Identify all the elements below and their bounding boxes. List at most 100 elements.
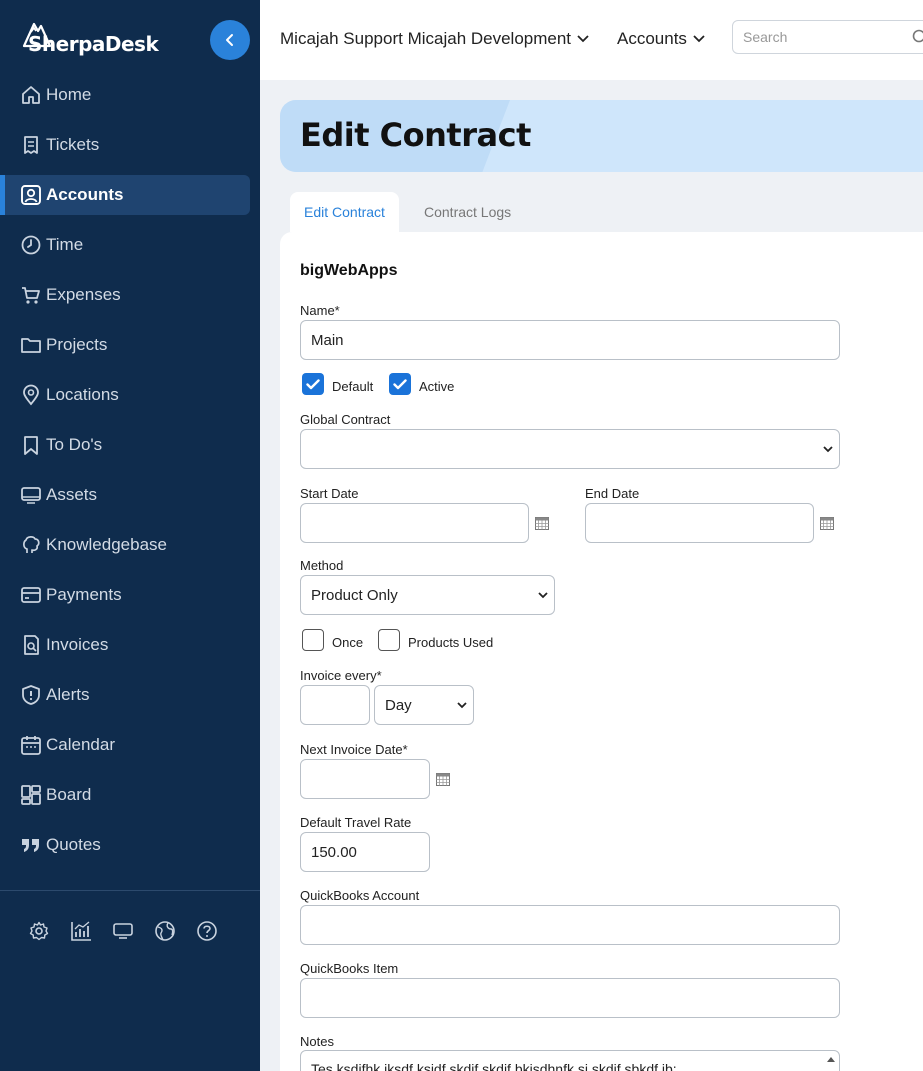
- tab-edit-contract[interactable]: Edit Contract: [290, 192, 399, 232]
- scroll-up-arrow-icon[interactable]: [826, 1056, 836, 1063]
- sidebar-item-alerts[interactable]: Alerts: [0, 675, 260, 715]
- sherpadesk-logo[interactable]: SherpaDesk: [22, 20, 159, 56]
- active-checkbox[interactable]: [389, 373, 411, 395]
- top-bar: Micajah Support Micajah Development Acco…: [260, 0, 923, 80]
- sidebar-item-time[interactable]: Time: [0, 225, 260, 265]
- quote-icon: [20, 834, 42, 856]
- sidebar-item-label: Invoices: [46, 635, 109, 654]
- sidebar-item-calendar[interactable]: Calendar: [0, 725, 260, 765]
- products-used-checkbox[interactable]: [378, 629, 400, 651]
- sidebar-item-assets[interactable]: Assets: [0, 475, 260, 515]
- quickbooks-account-input[interactable]: [300, 905, 840, 945]
- reports-icon[interactable]: [70, 918, 92, 944]
- sidebar-item-label: Home: [46, 85, 92, 104]
- tab-contract-logs[interactable]: Contract Logs: [410, 192, 525, 232]
- sidebar-item-accounts[interactable]: Accounts: [0, 175, 250, 215]
- sidebar-item-board[interactable]: Board: [0, 775, 260, 815]
- quickbooks-account-label: QuickBooks Account: [300, 888, 420, 903]
- chevron-left-icon: [226, 34, 233, 46]
- sidebar-item-label: Quotes: [46, 835, 101, 854]
- organization-dropdown[interactable]: Micajah Support Micajah Development: [280, 29, 589, 49]
- account-icon: [20, 184, 42, 206]
- sidebar-item-label: Accounts: [46, 185, 124, 204]
- method-select[interactable]: Product Only: [300, 575, 555, 615]
- sidebar-item-tickets[interactable]: Tickets: [0, 125, 260, 165]
- settings-icon[interactable]: [28, 918, 50, 944]
- global-contract-label: Global Contract: [300, 412, 391, 427]
- chevron-down-icon: [693, 35, 705, 43]
- end-date-label: End Date: [585, 486, 640, 501]
- invoice-every-unit-value: Day: [385, 696, 412, 714]
- sidebar-item-label: Alerts: [46, 685, 90, 704]
- map-pin-icon: [20, 384, 42, 406]
- clock-icon: [20, 234, 42, 256]
- sidebar-item-label: Payments: [46, 585, 122, 604]
- sidebar-item-label: Assets: [46, 485, 98, 504]
- default-checkbox[interactable]: [302, 373, 324, 395]
- sidebar-item-label: Projects: [46, 335, 108, 354]
- invoice-every-unit-select[interactable]: Day: [374, 685, 474, 725]
- default-travel-rate-input[interactable]: 150.00: [300, 832, 430, 872]
- monitor-icon: [20, 484, 42, 506]
- chevron-down-icon: [823, 445, 833, 452]
- sidebar-item-quotes[interactable]: Quotes: [0, 825, 260, 865]
- accounts-dropdown[interactable]: Accounts: [617, 29, 705, 49]
- sidebar-item-label: Knowledgebase: [46, 535, 167, 554]
- page-header: Edit Contract: [280, 100, 923, 172]
- display-icon[interactable]: [112, 918, 134, 944]
- collapse-sidebar-button[interactable]: [210, 20, 250, 60]
- notes-textarea[interactable]: Tes ksdifhk iksdf ksidf skdif skdif bkis…: [300, 1050, 840, 1071]
- sidebar-item-payments[interactable]: Payments: [0, 575, 260, 615]
- sidebar: SherpaDesk Home Tickets Accounts Time Ex…: [0, 0, 260, 1071]
- credit-card-icon: [20, 584, 42, 606]
- home-icon: [20, 84, 42, 106]
- method-value: Product Only: [311, 586, 398, 604]
- sidebar-item-label: Tickets: [46, 135, 100, 154]
- invoice-every-input[interactable]: [300, 685, 370, 725]
- bookmark-icon: [20, 434, 42, 456]
- checkmark-icon: [306, 378, 320, 389]
- calendar-icon[interactable]: [535, 517, 549, 530]
- page-title: Edit Contract: [300, 116, 531, 154]
- sidebar-item-todos[interactable]: To Do's: [0, 425, 260, 465]
- help-icon[interactable]: [196, 918, 218, 944]
- sidebar-tools: [28, 918, 218, 944]
- start-date-input[interactable]: [300, 503, 529, 543]
- sidebar-item-expenses[interactable]: Expenses: [0, 275, 260, 315]
- globe-icon[interactable]: [154, 918, 176, 944]
- notes-label: Notes: [300, 1034, 334, 1049]
- global-contract-select[interactable]: [300, 429, 840, 469]
- end-date-input[interactable]: [585, 503, 814, 543]
- edit-contract-form: bigWebApps Name* Main Default Active Glo…: [280, 232, 923, 1071]
- name-input[interactable]: Main: [300, 320, 840, 360]
- sidebar-item-label: Expenses: [46, 285, 121, 304]
- calendar-icon[interactable]: [820, 517, 834, 530]
- sidebar-item-knowledgebase[interactable]: Knowledgebase: [0, 525, 260, 565]
- products-used-label: Products Used: [408, 635, 494, 650]
- calendar-icon[interactable]: [436, 773, 450, 786]
- cart-icon: [20, 284, 42, 306]
- once-label: Once: [332, 635, 364, 650]
- next-invoice-date-input[interactable]: [300, 759, 430, 799]
- search-input[interactable]: [732, 20, 923, 54]
- sidebar-nav: Home Tickets Accounts Time Expenses Proj…: [0, 75, 260, 875]
- invoice-icon: [20, 634, 42, 656]
- default-travel-rate-label: Default Travel Rate: [300, 815, 412, 830]
- quickbooks-item-input[interactable]: [300, 978, 840, 1018]
- search-icon[interactable]: [912, 29, 923, 45]
- folder-icon: [20, 334, 42, 356]
- mountain-logo-icon: [22, 22, 52, 48]
- start-date-label: Start Date: [300, 486, 359, 501]
- sidebar-divider: [0, 890, 260, 891]
- sidebar-item-label: Board: [46, 785, 92, 804]
- sidebar-item-projects[interactable]: Projects: [0, 325, 260, 365]
- board-icon: [20, 784, 42, 806]
- account-name: bigWebApps: [300, 262, 398, 279]
- once-checkbox[interactable]: [302, 629, 324, 651]
- sidebar-item-locations[interactable]: Locations: [0, 375, 260, 415]
- sidebar-item-home[interactable]: Home: [0, 75, 260, 115]
- default-label: Default: [332, 379, 374, 394]
- sidebar-item-invoices[interactable]: Invoices: [0, 625, 260, 665]
- sidebar-item-label: Time: [46, 235, 84, 254]
- brain-icon: [20, 534, 42, 556]
